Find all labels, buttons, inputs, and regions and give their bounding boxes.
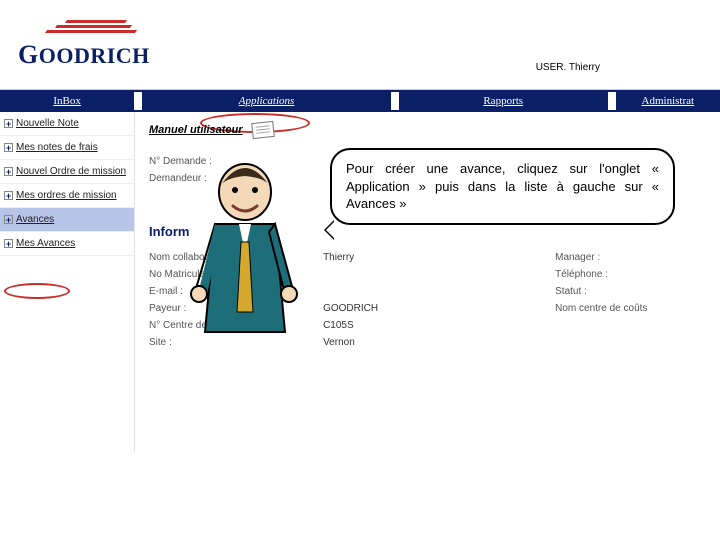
sidebar-item-label: Mes Avances (16, 238, 75, 249)
help-bubble: Pour créer une avance, cliquez sur l'ong… (330, 148, 675, 225)
expand-icon: + (4, 167, 13, 176)
tab-rapports[interactable]: Rapports (399, 92, 608, 110)
user-label: USER. Thierry (536, 62, 600, 73)
header: GGOODRICHOODRICH USER. Thierry (0, 0, 720, 90)
document-icon (251, 121, 275, 139)
sidebar-item-avances[interactable]: + Avances (0, 208, 134, 232)
sidebar-item-label: Mes notes de frais (16, 142, 98, 153)
sidebar-item-label: Nouvelle Note (16, 118, 79, 129)
manual-link[interactable]: Manuel utilisateur (149, 122, 706, 138)
expand-icon: + (4, 215, 13, 224)
sidebar-item-notes-frais[interactable]: + Mes notes de frais (0, 136, 134, 160)
tab-applications[interactable]: Applications (142, 92, 391, 110)
sidebar: + Nouvelle Note + Mes notes de frais + N… (0, 112, 135, 452)
expand-icon: + (4, 143, 13, 152)
expand-icon: + (4, 239, 13, 248)
expand-icon: + (4, 191, 13, 200)
tab-administration[interactable]: Administrat (616, 92, 720, 110)
expand-icon: + (4, 119, 13, 128)
tab-inbox[interactable]: InBox (0, 92, 134, 110)
sidebar-item-label: Mes ordres de mission (16, 190, 117, 201)
navbar: InBox Applications Rapports Administrat (0, 90, 720, 112)
avatar-illustration (185, 152, 305, 342)
logo-text: GGOODRICHOODRICH (18, 43, 150, 68)
sidebar-item-mes-ordres[interactable]: + Mes ordres de mission (0, 184, 134, 208)
brand-logo: GGOODRICHOODRICH (18, 40, 150, 70)
sidebar-item-label: Avances (16, 214, 54, 225)
logo-stripes-icon (46, 20, 136, 35)
sidebar-item-nouvelle-note[interactable]: + Nouvelle Note (0, 112, 134, 136)
help-text: Pour créer une avance, cliquez sur l'ong… (346, 161, 659, 211)
sidebar-item-mes-avances[interactable]: + Mes Avances (0, 232, 134, 256)
sidebar-item-nouvel-ordre[interactable]: + Nouvel Ordre de mission (0, 160, 134, 184)
sidebar-item-label: Nouvel Ordre de mission (16, 166, 126, 177)
